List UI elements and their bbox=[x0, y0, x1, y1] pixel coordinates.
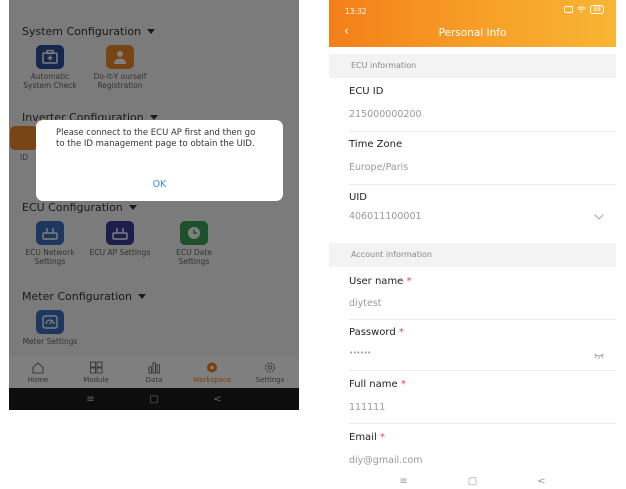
ecu-id-value: 215000000200 bbox=[349, 109, 422, 120]
time-zone-value: Europe/Paris bbox=[349, 162, 409, 173]
password-label: Password * bbox=[349, 327, 404, 338]
modal-overlay[interactable] bbox=[9, 0, 299, 410]
divider bbox=[349, 319, 616, 320]
page-title: Personal Info bbox=[438, 27, 507, 39]
alert-dialog: Please connect to the ECU AP first and t… bbox=[36, 120, 283, 201]
ecu-id-label: ECU ID bbox=[349, 86, 384, 97]
time-zone-label: Time Zone bbox=[349, 139, 403, 150]
back-icon[interactable]: < bbox=[537, 476, 545, 487]
uid-dropdown[interactable]: 406011100001 bbox=[349, 211, 422, 222]
left-phone-screen: System Configuration Automatic System Ch… bbox=[9, 0, 299, 410]
home-button-icon[interactable]: ▢ bbox=[468, 476, 477, 487]
chevron-down-icon[interactable] bbox=[594, 214, 604, 220]
android-nav-bar: ≡ ▢ < bbox=[329, 473, 616, 489]
dialog-message: Please connect to the ECU AP first and t… bbox=[56, 128, 256, 149]
status-time: 13:32 bbox=[345, 7, 367, 16]
uid-label: UID bbox=[349, 192, 367, 203]
wifi-icon bbox=[577, 6, 587, 13]
user-name-input[interactable]: diytest bbox=[349, 298, 382, 309]
email-input[interactable]: diy@gmail.com bbox=[349, 455, 423, 466]
divider bbox=[349, 184, 616, 185]
battery-icon: 88 bbox=[590, 5, 604, 14]
menu-icon[interactable]: ≡ bbox=[399, 476, 407, 487]
email-label: Email * bbox=[349, 432, 385, 443]
status-icons: 88 bbox=[564, 5, 604, 14]
required-mark: * bbox=[400, 379, 406, 390]
password-input[interactable]: •••••• bbox=[349, 349, 371, 357]
full-name-label: Full name * bbox=[349, 379, 406, 390]
eye-closed-icon[interactable] bbox=[594, 353, 604, 359]
required-mark: * bbox=[398, 327, 404, 338]
header-bar: 13:32 88 ‹ Personal Info bbox=[329, 0, 616, 47]
full-name-input[interactable]: 111111 bbox=[349, 402, 385, 413]
divider bbox=[349, 131, 616, 132]
divider bbox=[349, 423, 616, 424]
right-phone-screen: 13:32 88 ‹ Personal Info ECU information… bbox=[329, 0, 616, 489]
divider bbox=[349, 370, 616, 371]
ok-button[interactable]: OK bbox=[36, 179, 283, 190]
required-mark: * bbox=[379, 432, 385, 443]
signal-icon bbox=[564, 6, 574, 13]
account-information-header: Account information bbox=[329, 243, 616, 267]
required-mark: * bbox=[406, 276, 412, 287]
ecu-information-header: ECU information bbox=[329, 54, 616, 78]
user-name-label: User name * bbox=[349, 276, 412, 287]
